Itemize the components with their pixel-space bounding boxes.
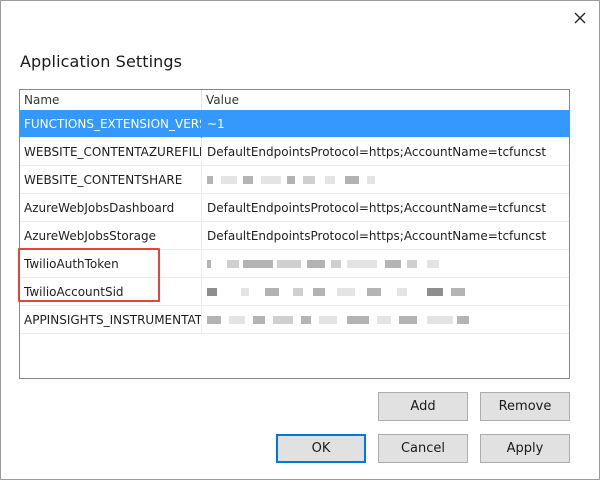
setting-value-cell[interactable]: ~1	[202, 110, 569, 138]
redaction-block	[243, 176, 253, 184]
redaction-block	[277, 260, 301, 268]
redaction-block	[319, 316, 337, 324]
redaction-block	[399, 316, 417, 324]
column-header-name[interactable]: Name	[20, 90, 202, 110]
table-row[interactable]: FUNCTIONS_EXTENSION_VERSION~1	[20, 110, 569, 138]
redaction-block	[427, 260, 439, 268]
redaction-block	[325, 176, 335, 184]
table-row[interactable]: WEBSITE_CONTENTSHARE	[20, 166, 569, 194]
grid-header: Name Value	[20, 90, 569, 111]
redaction-block	[301, 316, 311, 324]
redaction-block	[303, 176, 315, 184]
redaction-block	[207, 316, 221, 324]
setting-value-cell-masked[interactable]	[202, 166, 569, 194]
setting-name-cell[interactable]: WEBSITE_CONTENTSHARE	[20, 166, 202, 194]
setting-value-cell-masked[interactable]	[202, 278, 569, 306]
redaction-block	[307, 260, 325, 268]
redaction-block	[207, 288, 217, 296]
redaction-block	[241, 288, 249, 296]
redaction-block	[273, 316, 293, 324]
redaction-block	[207, 260, 211, 268]
redaction-block	[293, 288, 303, 296]
close-icon	[574, 12, 586, 24]
redaction-block	[287, 176, 295, 184]
redaction-block	[347, 260, 377, 268]
setting-name-cell[interactable]: AzureWebJobsStorage	[20, 222, 202, 250]
dialog-title: Application Settings	[20, 52, 183, 71]
table-row[interactable]: WEBSITE_CONTENTAZUREFILECONNECTIONSTRING…	[20, 138, 569, 166]
annotation-highlight-box	[18, 248, 160, 302]
redaction-block	[313, 288, 325, 296]
settings-grid[interactable]: Name Value FUNCTIONS_EXTENSION_VERSION~1…	[19, 89, 570, 379]
redaction-block	[407, 260, 417, 268]
redaction-block	[367, 288, 381, 296]
redaction-block	[253, 316, 265, 324]
cancel-button[interactable]: Cancel	[378, 434, 468, 463]
column-header-value[interactable]: Value	[202, 90, 569, 110]
setting-value-cell[interactable]: DefaultEndpointsProtocol=https;AccountNa…	[202, 222, 569, 250]
redaction-block	[347, 316, 369, 324]
redaction-block	[451, 288, 465, 296]
redaction-block	[221, 176, 237, 184]
redaction-block	[331, 260, 341, 268]
setting-value-cell-masked[interactable]	[202, 306, 569, 334]
redaction-block	[457, 316, 469, 324]
redaction-block	[427, 288, 443, 296]
ok-button[interactable]: OK	[276, 434, 366, 463]
table-row[interactable]: APPINSIGHTS_INSTRUMENTATIONKEY	[20, 306, 569, 334]
redaction-block	[261, 176, 281, 184]
redaction-block	[345, 176, 359, 184]
redaction-block	[265, 288, 279, 296]
setting-value-cell[interactable]: DefaultEndpointsProtocol=https;AccountNa…	[202, 194, 569, 222]
remove-button[interactable]: Remove	[480, 392, 570, 421]
redaction-block	[427, 316, 453, 324]
apply-button[interactable]: Apply	[480, 434, 570, 463]
table-row[interactable]: AzureWebJobsStorage DefaultEndpointsProto…	[20, 222, 569, 250]
redaction-block	[229, 316, 245, 324]
redaction-block	[385, 260, 401, 268]
setting-name-cell[interactable]: FUNCTIONS_EXTENSION_VERSION	[20, 110, 202, 138]
redaction-block	[227, 260, 239, 268]
redaction-block	[367, 176, 375, 184]
add-button[interactable]: Add	[378, 392, 468, 421]
setting-name-cell[interactable]: APPINSIGHTS_INSTRUMENTATIONKEY	[20, 306, 202, 334]
redaction-block	[243, 260, 273, 268]
table-row[interactable]: AzureWebJobsDashboard DefaultEndpointsPro…	[20, 194, 569, 222]
redaction-block	[397, 288, 407, 296]
setting-value-cell-masked[interactable]	[202, 250, 569, 278]
redaction-block	[377, 316, 391, 324]
setting-name-cell[interactable]: WEBSITE_CONTENTAZUREFILECONNECTIONSTRING	[20, 138, 202, 166]
redaction-block	[337, 288, 355, 296]
setting-name-cell[interactable]: AzureWebJobsDashboard	[20, 194, 202, 222]
setting-value-cell[interactable]: DefaultEndpointsProtocol=https;AccountNa…	[202, 138, 569, 166]
close-button[interactable]	[569, 7, 591, 29]
application-settings-dialog: Application Settings Name Value FUNCTION…	[0, 0, 600, 480]
redaction-block	[207, 176, 213, 184]
